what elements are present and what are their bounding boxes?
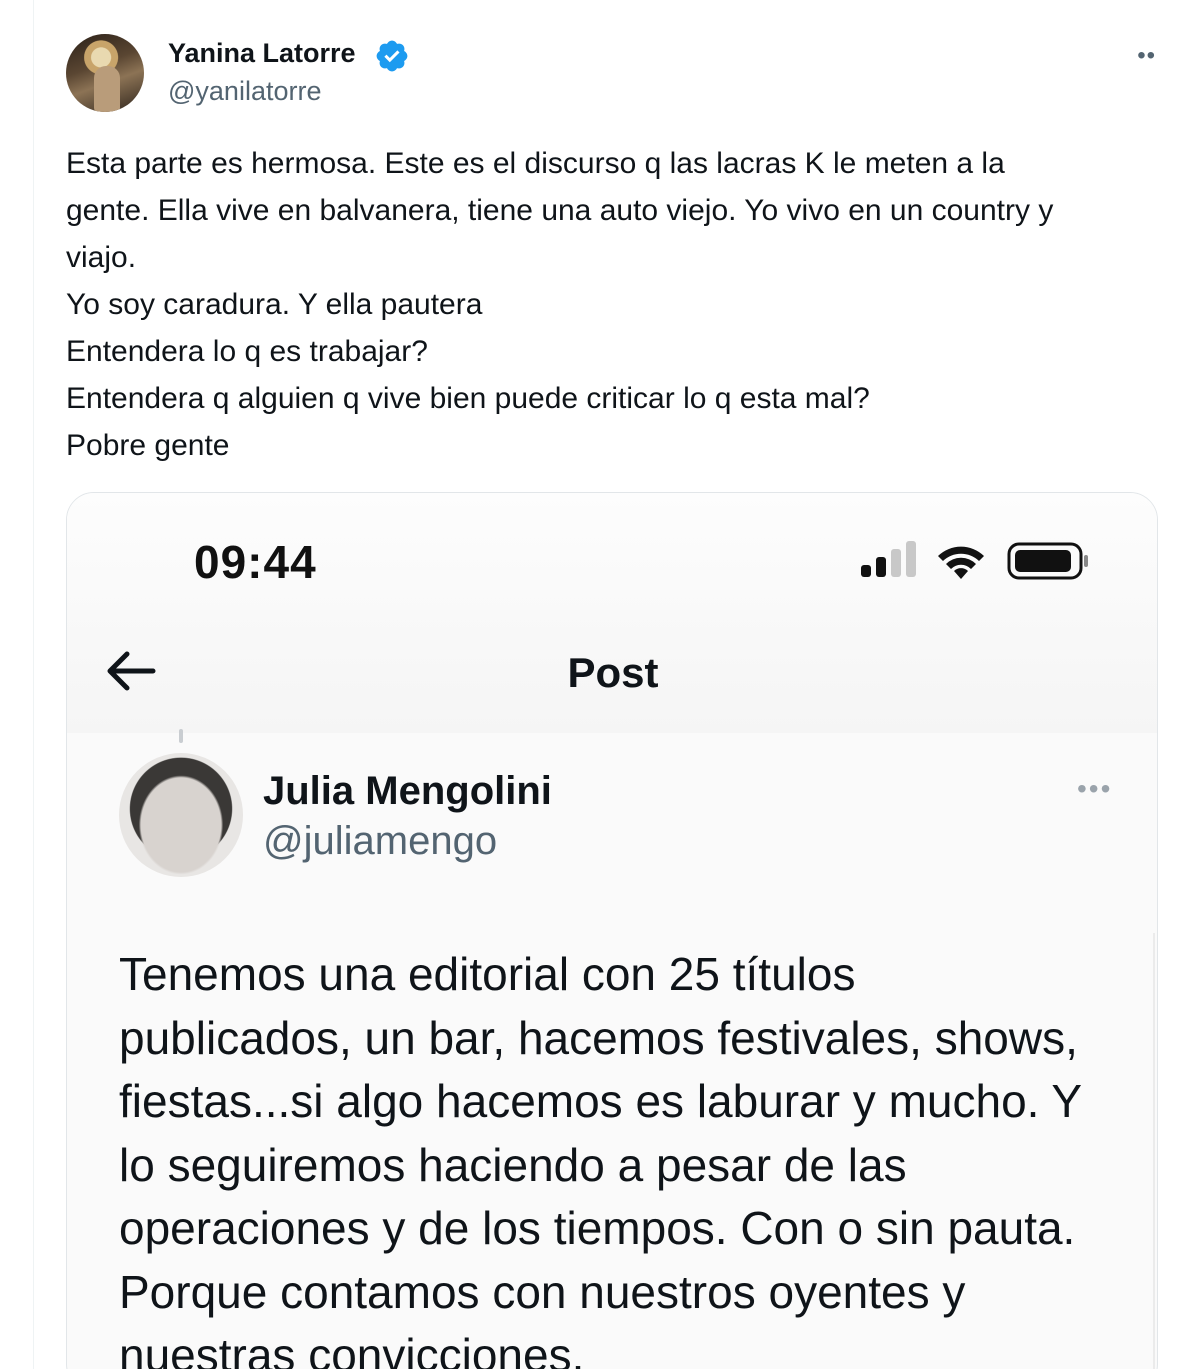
post-text-line: lo seguiremos haciendo a pesar de las — [119, 1138, 907, 1191]
post-text-line: operaciones y de los tiempos. Con o sin … — [119, 1202, 1076, 1254]
tweet-text-line: Yo soy caradura. Y ella pautera — [66, 288, 483, 321]
battery-icon — [1007, 542, 1088, 580]
post-text-line: Tenemos una editorial con 25 títulos — [119, 948, 856, 1000]
tweet-text-line: Entendera lo q es trabajar? — [66, 335, 428, 368]
tweet-text-line: Esta parte es hermosa. Este es el discur… — [66, 147, 1005, 180]
tweet-text-line: viajo. — [66, 241, 137, 274]
post-text-line: publicados, un bar, hacemos festivales, … — [119, 1011, 1078, 1064]
tweet-text-line: Entendera q alguien q vive bien puede cr… — [66, 382, 870, 415]
left-border-rule — [33, 0, 34, 1369]
more-options-button[interactable]: ••• — [1077, 773, 1112, 805]
tweet-text-line: Pobre gente — [66, 429, 230, 462]
avatar[interactable] — [66, 34, 144, 112]
author-name[interactable]: Yanina Latorre — [168, 38, 356, 69]
avatar[interactable] — [119, 753, 243, 877]
embedded-screenshot[interactable]: 09:44 Post Julia Mengolini @juliamengo •… — [66, 492, 1158, 1369]
author-name[interactable]: Julia Mengolini — [263, 769, 552, 814]
tweet-text-line: gente. Ella vive en balvanera, tiene una… — [66, 194, 1054, 227]
thread-line — [179, 729, 183, 743]
post-text-line: nuestras convicciones. — [119, 1329, 585, 1369]
post-text-line: Porque contamos con nuestros oyentes y — [119, 1265, 966, 1318]
author-handle[interactable]: @yanilatorre — [168, 76, 321, 107]
tweet-text: Esta parte es hermosa. Este es el discur… — [66, 140, 1176, 469]
more-options-button[interactable]: •• — [1137, 42, 1156, 70]
author-handle[interactable]: @juliamengo — [263, 819, 497, 864]
tweet: Yanina Latorre @yanilatorre •• Esta part… — [66, 0, 1200, 1369]
status-bar-time: 09:44 — [194, 536, 317, 588]
wifi-icon — [938, 546, 984, 579]
verified-badge-icon — [376, 40, 408, 72]
tweet-header: Yanina Latorre @yanilatorre •• — [66, 34, 1156, 114]
divider — [1153, 933, 1155, 1369]
post-text: Tenemos una editorial con 25 títulos pub… — [119, 943, 1139, 1369]
page-title: Post — [567, 649, 659, 696]
cellular-signal-icon — [861, 541, 916, 577]
post-text-line: fiestas...si algo hacemos es laburar y m… — [119, 1075, 1083, 1127]
